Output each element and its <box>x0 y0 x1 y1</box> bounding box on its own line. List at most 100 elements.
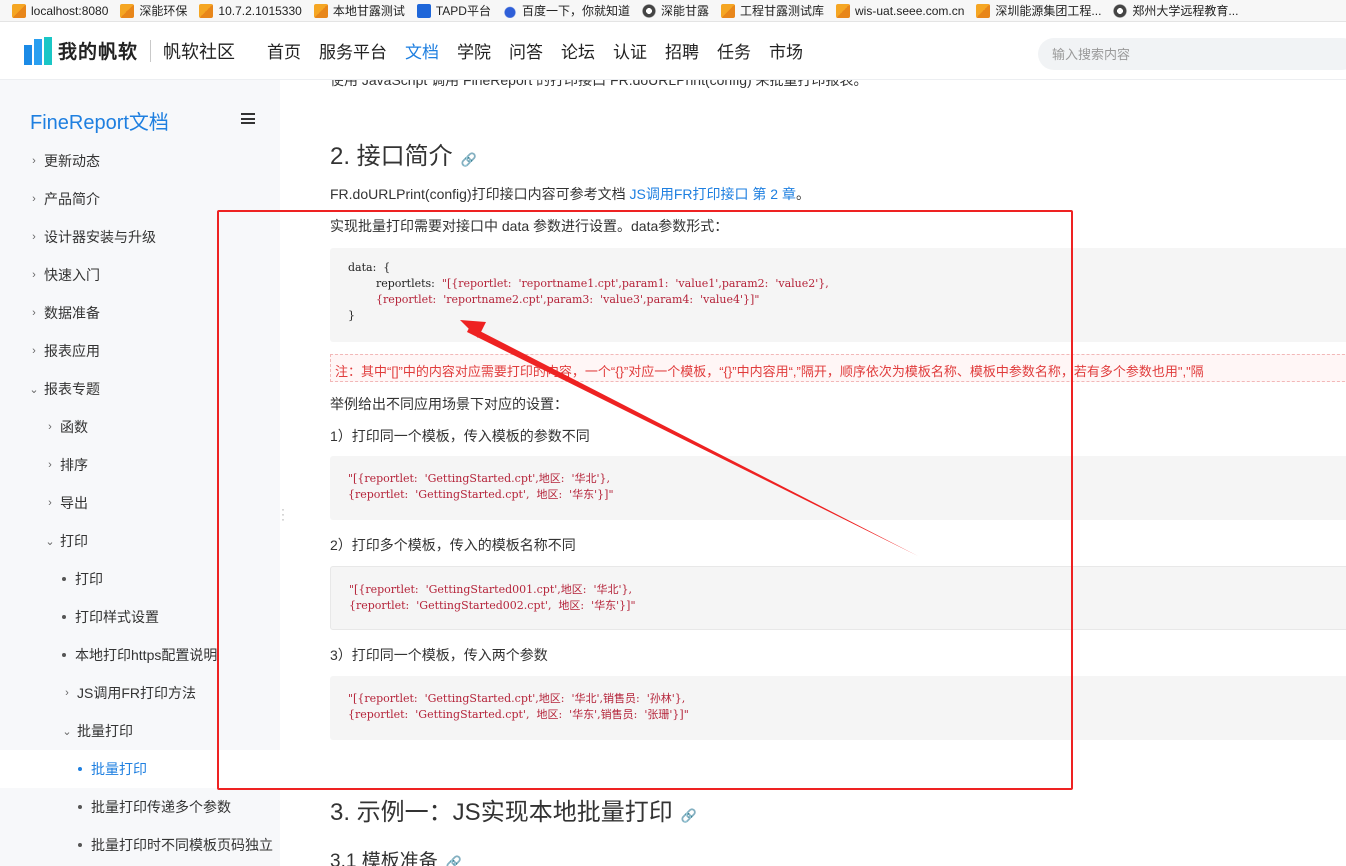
sidebar-item-label: 批量打印 <box>91 761 147 777</box>
sidebar-item[interactable]: 批量打印时不同模板页码独立 <box>0 826 280 864</box>
site-header: 我的帆软 帆软社区 首页 服务平台 文档 学院 问答 论坛 认证 招聘 任务 市场 <box>0 22 1346 80</box>
bookmark-item[interactable]: TAPD平台 <box>416 2 491 19</box>
main-nav: 首页 服务平台 文档 学院 问答 论坛 认证 招聘 任务 市场 <box>267 38 821 63</box>
intro-suffix: 。 <box>795 186 810 202</box>
menu-toggle-icon[interactable] <box>241 113 255 124</box>
bookmark-item[interactable]: 郑州大学远程教育... <box>1113 2 1238 19</box>
globe-icon <box>1113 3 1128 18</box>
site-logo[interactable]: 我的帆软 帆软社区 <box>24 36 235 65</box>
intro-paragraph: FR.doURLPrint(config)打印接口内容可参考文档 JS调用FR打… <box>330 184 810 204</box>
section-3-1-heading: 3.1 模板准备 🔗 <box>330 846 462 866</box>
doc-link-js-print[interactable]: JS调用FR打印接口 第 2 章 <box>630 186 796 202</box>
bookmark-label: 深圳能源集团工程... <box>995 4 1102 18</box>
bullet-icon <box>62 653 66 657</box>
sidebar-item-label: 更新动态 <box>44 153 100 169</box>
fr-icon <box>721 3 735 18</box>
nav-item[interactable]: 学院 <box>457 38 491 63</box>
sidebar-item-label: 数据准备 <box>44 305 100 321</box>
bookmark-item[interactable]: 10.7.2.1015330 <box>199 3 302 18</box>
chevron-down-icon[interactable]: ⌄ <box>45 535 55 548</box>
chevron-right-icon[interactable]: › <box>29 307 39 319</box>
sidebar-item-label: 导出 <box>60 495 88 511</box>
sidebar-item-label: 报表应用 <box>44 343 100 359</box>
chevron-right-icon[interactable]: › <box>29 231 39 243</box>
search-input[interactable] <box>1038 38 1346 70</box>
anchor-link-icon[interactable]: 🔗 <box>446 855 462 866</box>
fr-icon <box>976 3 991 18</box>
bookmark-item[interactable]: wis-uat.seee.com.cn <box>836 3 965 18</box>
sidebar-item[interactable]: 批量打印传递多个参数 <box>0 788 280 826</box>
chevron-right-icon[interactable]: › <box>62 687 72 699</box>
sidebar-item-label: 函数 <box>60 419 88 435</box>
chevron-right-icon[interactable]: › <box>29 345 39 357</box>
fr-icon <box>12 3 26 18</box>
bookmark-label: wis-uat.seee.com.cn <box>855 3 965 18</box>
bookmark-item[interactable]: 深圳能源集团工程... <box>976 2 1101 19</box>
nav-item[interactable]: 文档 <box>405 38 439 63</box>
bookmark-label: 百度一下，你就知道 <box>521 4 630 18</box>
bookmark-item[interactable]: 百度一下，你就知道 <box>502 2 630 19</box>
bookmark-label: 工程甘露测试库 <box>740 4 825 18</box>
nav-item[interactable]: 市场 <box>769 38 803 63</box>
chevron-down-icon[interactable]: ⌄ <box>62 725 72 738</box>
sidebar-item-label: 批量打印 <box>77 723 133 739</box>
anchor-link-icon[interactable]: 🔗 <box>681 808 697 823</box>
bullet-icon <box>62 615 66 619</box>
sidebar-item-label: JS调用FR打印方法 <box>77 685 196 701</box>
tapd-icon <box>416 3 431 18</box>
fr-icon <box>199 3 214 18</box>
bookmark-label: 10.7.2.1015330 <box>218 3 302 18</box>
bookmark-label: 深能环保 <box>139 4 188 18</box>
bookmark-item[interactable]: 工程甘露测试库 <box>721 2 824 19</box>
previous-paragraph: 使用 JavaScript 调用 FineReport 的打印接口 FR.doU… <box>330 80 868 88</box>
chevron-right-icon[interactable]: › <box>45 459 55 471</box>
nav-item[interactable]: 招聘 <box>665 38 699 63</box>
nav-item[interactable]: 论坛 <box>561 38 595 63</box>
section-3-1-title: 3.1 模板准备 <box>330 851 438 866</box>
bookmark-label: 深能甘露 <box>660 4 709 18</box>
bookmark-label: 郑州大学远程教育... <box>1132 4 1239 18</box>
sidebar-item-label: 快速入门 <box>44 267 100 283</box>
chevron-right-icon[interactable]: › <box>29 269 39 281</box>
sidebar-item-label: 打印 <box>60 533 88 549</box>
bookmark-item[interactable]: 深能环保 <box>120 2 187 19</box>
fanruan-logo-icon <box>24 36 52 65</box>
chevron-right-icon[interactable]: › <box>45 421 55 433</box>
bookmark-label: localhost:8080 <box>31 3 109 18</box>
bookmark-item[interactable]: localhost:8080 <box>12 3 109 18</box>
chevron-right-icon[interactable]: › <box>45 497 55 509</box>
sidebar-item-label: 设计器安装与升级 <box>44 229 156 245</box>
bookmarks-bar: localhost:8080 深能环保 10.7.2.1015330 本地甘露测试 TA… <box>0 0 1346 22</box>
logo-subtitle[interactable]: 帆软社区 <box>163 38 235 64</box>
sidebar-item-label: 排序 <box>60 457 88 473</box>
nav-item[interactable]: 服务平台 <box>319 38 387 63</box>
fr-icon <box>313 3 328 18</box>
nav-item[interactable]: 任务 <box>717 38 751 63</box>
sidebar-item-label: 打印 <box>75 571 103 587</box>
sidebar-item[interactable]: › 更新动态 <box>0 142 280 180</box>
bullet-icon <box>78 805 82 809</box>
baidu-icon <box>502 3 517 18</box>
section-2-title: 2. 接口简介 <box>330 143 453 170</box>
fr-icon <box>120 3 135 18</box>
chevron-right-icon[interactable]: › <box>29 193 39 205</box>
nav-item[interactable]: 认证 <box>613 38 647 63</box>
logo-divider <box>150 39 152 62</box>
bookmark-item[interactable]: 本地甘露测试 <box>313 2 405 19</box>
sidebar-item-label: 本地打印https配置说明 <box>75 647 218 663</box>
sidebar-item-label: 报表专题 <box>44 381 100 397</box>
anchor-link-icon[interactable]: 🔗 <box>461 152 477 167</box>
chevron-right-icon[interactable]: › <box>29 155 39 167</box>
sidebar-item-label: 批量打印传递多个参数 <box>91 799 231 815</box>
sidebar-item-label: 产品简介 <box>44 191 100 207</box>
nav-item[interactable]: 问答 <box>509 38 543 63</box>
bookmark-label: 本地甘露测试 <box>332 4 405 18</box>
bookmark-label: TAPD平台 <box>435 4 491 18</box>
globe-icon <box>641 3 656 18</box>
bullet-icon <box>62 577 66 581</box>
fr-icon <box>836 3 851 18</box>
nav-item[interactable]: 首页 <box>267 38 301 63</box>
chevron-down-icon[interactable]: ⌄ <box>29 383 39 396</box>
doc-title[interactable]: FineReport文档 <box>30 106 169 135</box>
bookmark-item[interactable]: 深能甘露 <box>641 2 709 19</box>
